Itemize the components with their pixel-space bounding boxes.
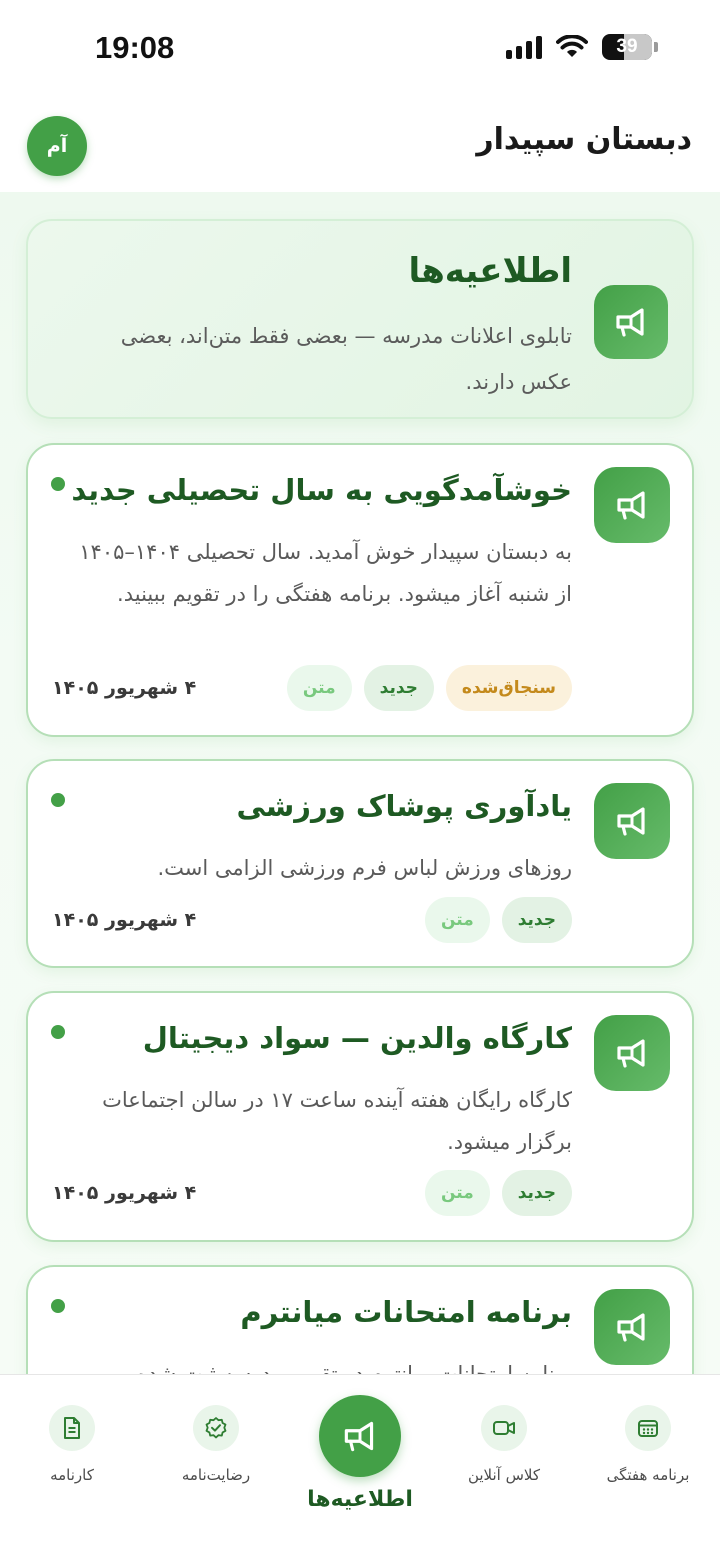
announcement-card[interactable]: برنامه امتحانات میانترم برنامه امتحانات … bbox=[26, 1265, 694, 1374]
status-icons: 39 bbox=[506, 34, 658, 60]
announcement-body: به دبستان سپیدار خوش آمدید. سال تحصیلی ۱… bbox=[79, 540, 572, 606]
unread-dot bbox=[51, 1299, 65, 1313]
avatar[interactable]: آم bbox=[27, 116, 87, 176]
nav-consent-form[interactable]: رضایت‌نامه bbox=[156, 1405, 276, 1484]
battery-icon: 39 bbox=[602, 34, 652, 60]
megaphone-icon bbox=[594, 1015, 670, 1091]
announcement-footer: سنجاق‌شده جدید متن ۴ شهریور ۱۴۰۵ bbox=[52, 665, 572, 711]
new-tag: جدید bbox=[363, 665, 434, 711]
calendar-icon bbox=[625, 1405, 671, 1451]
announcement-title: یادآوری پوشاک ورزشی bbox=[236, 789, 572, 823]
status-bar: 19:08 39 bbox=[0, 0, 720, 96]
nav-label: اطلاعیه‌ها bbox=[307, 1487, 413, 1512]
wifi-icon bbox=[556, 35, 588, 57]
announcements-list[interactable]: اطلاعیه‌ها تابلوی اعلانات مدرسه — بعضی ف… bbox=[0, 192, 720, 1374]
announcement-card[interactable]: کارگاه والدین — سواد دیجیتال کارگاه رایگ… bbox=[26, 991, 694, 1242]
unread-dot bbox=[51, 793, 65, 807]
announcement-title: کارگاه والدین — سواد دیجیتال bbox=[142, 1021, 572, 1055]
nav-label: رضایت‌نامه bbox=[181, 1466, 251, 1484]
unread-dot bbox=[51, 477, 65, 491]
school-title: دبستان سپیدار bbox=[476, 122, 692, 157]
announcement-card[interactable]: یادآوری پوشاک ورزشی روزهای ورزش لباس فرم… bbox=[26, 759, 694, 968]
megaphone-icon bbox=[594, 1289, 670, 1365]
announcement-title: خوشآمدگویی به سال تحصیلی جدید bbox=[71, 473, 572, 507]
announcement-card[interactable]: خوشآمدگویی به سال تحصیلی جدید به دبستان … bbox=[26, 443, 694, 737]
battery-tip bbox=[654, 42, 658, 52]
nav-report-card[interactable]: کارنامه bbox=[12, 1405, 132, 1484]
hero-title: اطلاعیه‌ها bbox=[408, 251, 572, 291]
announcement-date: ۴ شهریور ۱۴۰۵ bbox=[52, 909, 197, 931]
announcement-footer: جدید متن ۴ شهریور ۱۴۰۵ bbox=[52, 1170, 572, 1216]
new-tag: جدید bbox=[501, 1170, 572, 1216]
megaphone-icon bbox=[594, 285, 668, 359]
new-tag: جدید bbox=[501, 897, 572, 943]
hero-subtitle: تابلوی اعلانات مدرسه — بعضی فقط متن‌اند،… bbox=[120, 324, 572, 394]
nav-announcements[interactable]: اطلاعیه‌ها bbox=[300, 1395, 420, 1512]
app-header: دبستان سپیدار آم bbox=[0, 96, 720, 192]
tag-list: جدید متن bbox=[424, 1170, 572, 1216]
megaphone-icon bbox=[594, 783, 670, 859]
megaphone-icon bbox=[319, 1395, 401, 1477]
megaphone-icon bbox=[594, 467, 670, 543]
announcement-date: ۴ شهریور ۱۴۰۵ bbox=[52, 677, 197, 699]
status-time: 19:08 bbox=[95, 30, 175, 65]
verified-badge-icon bbox=[193, 1405, 239, 1451]
nav-label: کارنامه bbox=[50, 1466, 94, 1484]
nav-label: برنامه هفتگی bbox=[606, 1466, 690, 1484]
video-camera-icon bbox=[481, 1405, 527, 1451]
cellular-signal-icon bbox=[506, 35, 542, 59]
announcement-date: ۴ شهریور ۱۴۰۵ bbox=[52, 1182, 197, 1204]
tag-list: سنجاق‌شده جدید متن bbox=[286, 665, 572, 711]
unread-dot bbox=[51, 1025, 65, 1039]
nav-weekly-schedule[interactable]: برنامه هفتگی bbox=[588, 1405, 708, 1484]
announcement-body: روزهای ورزش لباس فرم ورزشی الزامی است. bbox=[157, 856, 573, 880]
nav-label: کلاس آنلاین bbox=[467, 1466, 541, 1484]
document-icon bbox=[49, 1405, 95, 1451]
text-tag: متن bbox=[424, 897, 490, 943]
announcement-footer: جدید متن ۴ شهریور ۱۴۰۵ bbox=[52, 897, 572, 943]
announcements-hero: اطلاعیه‌ها تابلوی اعلانات مدرسه — بعضی ف… bbox=[26, 219, 694, 419]
pinned-tag: سنجاق‌شده bbox=[445, 665, 572, 711]
announcement-body: کارگاه رایگان هفته آینده ساعت ۱۷ در سالن… bbox=[102, 1088, 572, 1154]
battery-level: 39 bbox=[616, 36, 638, 57]
tag-list: جدید متن bbox=[424, 897, 572, 943]
nav-online-class[interactable]: کلاس آنلاین bbox=[444, 1405, 564, 1484]
announcement-body: برنامه امتحانات میانترم در تقویم مدرسه ث… bbox=[136, 1362, 572, 1374]
bottom-navigation: برنامه هفتگی کلاس آنلاین اطلاعیه‌ها bbox=[0, 1374, 720, 1561]
text-tag: متن bbox=[286, 665, 352, 711]
text-tag: متن bbox=[424, 1170, 490, 1216]
announcement-title: برنامه امتحانات میانترم bbox=[240, 1295, 572, 1329]
